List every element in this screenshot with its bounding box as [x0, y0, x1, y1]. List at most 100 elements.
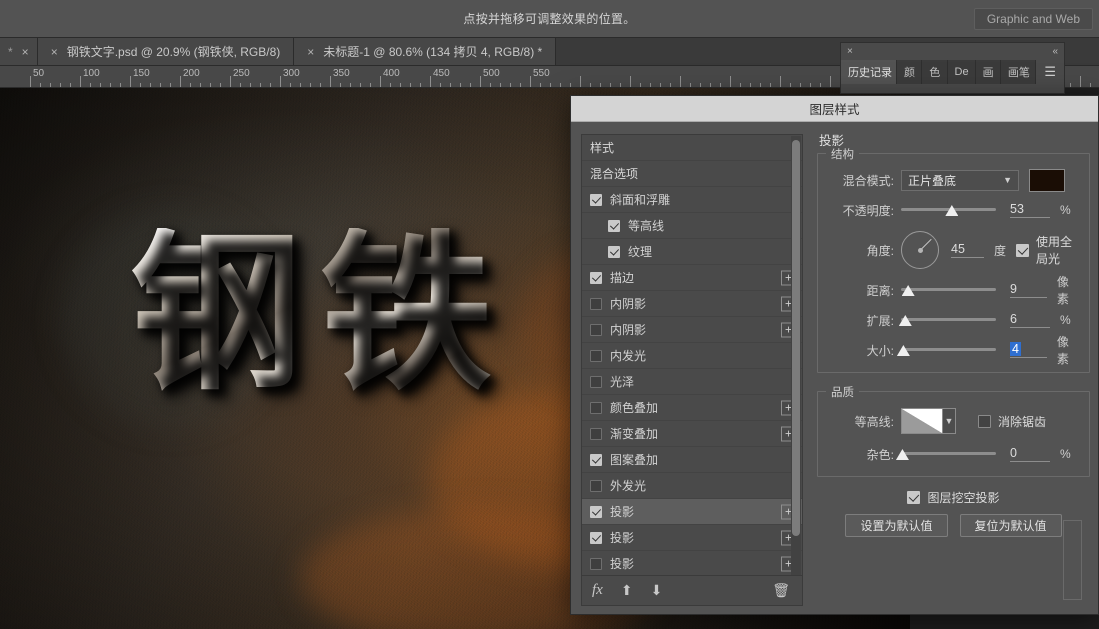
delete-effect-icon[interactable]: 🗑	[772, 582, 790, 599]
ruler-tick	[1090, 83, 1091, 87]
effect-enable-checkbox[interactable]	[590, 427, 602, 440]
angle-dial[interactable]	[901, 231, 939, 269]
styles-list-item-label: 内阴影	[610, 297, 647, 311]
workspace-switcher-label: Graphic and Web	[986, 12, 1080, 26]
history-panel-tab-5[interactable]: 画笔	[1000, 60, 1037, 84]
styles-item-6[interactable]: 内发光	[582, 343, 802, 369]
ruler-tick	[160, 83, 161, 87]
history-panel-tab-2[interactable]: 色	[922, 60, 948, 84]
global-light-checkbox[interactable]	[1015, 243, 1029, 257]
styles-item-2[interactable]: 纹理	[582, 239, 802, 265]
reset-to-default-button[interactable]: 复位为默认值	[959, 514, 1062, 537]
move-down-icon[interactable]: ⬇	[651, 582, 663, 599]
contour-preview-swatch[interactable]	[901, 408, 943, 434]
styles-list-scrollbar-thumb[interactable]	[792, 140, 800, 536]
styles-item-1[interactable]: 等高线	[582, 213, 802, 239]
styles-list-item-label: 等高线	[628, 219, 665, 233]
set-as-default-button[interactable]: 设置为默认值	[845, 514, 948, 537]
layer-style-dialog[interactable]: 图层样式 样式 混合选项 斜面和浮雕 等高线 纹理 描边 + 内阴影 + 内阴影 + 内发光 光泽 颜色叠…	[570, 95, 1099, 615]
effect-enable-checkbox[interactable]	[608, 219, 620, 232]
angle-dial-hub	[917, 247, 923, 253]
panel-menu-icon[interactable]: ☰	[1036, 60, 1064, 84]
history-panel-tab-1[interactable]: 颜	[897, 60, 923, 84]
effect-enable-checkbox[interactable]	[590, 401, 602, 414]
close-tab-icon[interactable]: ×	[307, 46, 314, 58]
styles-item-9[interactable]: 渐变叠加 +	[582, 421, 802, 447]
angle-label: 角度:	[866, 243, 894, 258]
styles-item-11[interactable]: 外发光	[582, 473, 802, 499]
styles-item-4[interactable]: 内阴影 +	[582, 291, 802, 317]
styles-list-header[interactable]: 样式	[582, 135, 802, 161]
distance-input[interactable]: 9	[1010, 282, 1047, 298]
opacity-input[interactable]: 53	[1010, 202, 1050, 218]
size-slider[interactable]	[896, 343, 996, 357]
effect-enable-checkbox[interactable]	[590, 453, 602, 466]
opacity-slider[interactable]	[901, 203, 996, 217]
close-tab-icon[interactable]: ×	[22, 46, 29, 58]
styles-list-scrollbar[interactable]	[791, 136, 801, 575]
preview-empty-area	[1063, 520, 1082, 600]
blend-mode-select[interactable]: 正片叠底 ▼	[901, 169, 1019, 191]
effect-enable-checkbox[interactable]	[590, 557, 602, 570]
styles-item-14[interactable]: 投影 +	[582, 551, 802, 575]
antialias-checkbox[interactable]	[978, 414, 991, 428]
spread-input[interactable]: 6	[1010, 312, 1050, 328]
shadow-color-swatch[interactable]	[1029, 168, 1065, 192]
history-panel-tab-3[interactable]: De	[947, 60, 976, 84]
fx-icon[interactable]: fx	[592, 582, 603, 599]
effect-enable-checkbox[interactable]	[590, 479, 602, 492]
ruler-label: 100	[83, 68, 100, 79]
effect-enable-checkbox[interactable]	[590, 193, 602, 206]
angle-input[interactable]: 45	[951, 242, 984, 258]
ruler-tick	[490, 83, 491, 87]
effect-enable-checkbox[interactable]	[590, 271, 602, 284]
ruler-tick	[740, 83, 741, 87]
ruler-tick	[800, 83, 801, 87]
history-panel-tab-4[interactable]: 画	[975, 60, 1001, 84]
styles-item-blending-options[interactable]: 混合选项	[582, 161, 802, 187]
distance-slider[interactable]	[901, 283, 996, 297]
noise-input[interactable]: 0	[1010, 446, 1050, 462]
ruler-tick	[530, 76, 531, 87]
knockout-checkbox[interactable]	[907, 491, 921, 504]
effect-enable-checkbox[interactable]	[608, 245, 620, 258]
document-tab-0[interactable]: * ×	[0, 38, 38, 65]
ruler-tick	[1070, 83, 1071, 87]
effect-enable-checkbox[interactable]	[590, 505, 602, 518]
styles-item-5[interactable]: 内阴影 +	[582, 317, 802, 343]
effect-enable-checkbox[interactable]	[590, 323, 602, 336]
ruler-tick	[170, 83, 171, 87]
effect-enable-checkbox[interactable]	[590, 375, 602, 388]
opacity-row: 不透明度: 53 %	[828, 198, 1079, 222]
contour-dropdown-arrow-icon[interactable]: ▼	[943, 408, 956, 434]
document-tab-2[interactable]: × 未标题-1 @ 80.6% (134 拷贝 4, RGB/8) *	[294, 38, 557, 65]
styles-list-item-label: 投影	[610, 505, 635, 519]
ruler-tick	[80, 76, 81, 87]
noise-slider[interactable]	[895, 447, 996, 461]
styles-item-0[interactable]: 斜面和浮雕	[582, 187, 802, 213]
collapse-panel-icon[interactable]: «	[1052, 46, 1058, 57]
styles-item-8[interactable]: 颜色叠加 +	[582, 395, 802, 421]
styles-list[interactable]: 样式 混合选项 斜面和浮雕 等高线 纹理 描边 + 内阴影 + 内阴影 + 内发光 光泽 颜色叠加 + 渐变叠…	[582, 135, 802, 575]
move-up-icon[interactable]: ⬆	[621, 582, 633, 599]
styles-item-13[interactable]: 投影 +	[582, 525, 802, 551]
close-icon[interactable]: ×	[847, 46, 853, 57]
ruler-tick	[260, 83, 261, 87]
effect-enable-checkbox[interactable]	[590, 297, 602, 310]
workspace-switcher-button[interactable]: Graphic and Web	[973, 8, 1093, 30]
styles-item-10[interactable]: 图案叠加	[582, 447, 802, 473]
blend-mode-row: 混合模式: 正片叠底 ▼	[828, 168, 1079, 192]
styles-item-3[interactable]: 描边 +	[582, 265, 802, 291]
styles-item-12[interactable]: 投影 +	[582, 499, 802, 525]
effect-enable-checkbox[interactable]	[590, 531, 602, 544]
styles-list-panel[interactable]: 样式 混合选项 斜面和浮雕 等高线 纹理 描边 + 内阴影 + 内阴影 + 内发光 光泽 颜色叠加 + 渐变叠…	[581, 134, 803, 606]
noise-label: 杂色:	[866, 447, 894, 462]
styles-item-7[interactable]: 光泽	[582, 369, 802, 395]
size-row: 大小: 4 像素	[828, 335, 1079, 366]
spread-slider[interactable]	[898, 313, 996, 327]
history-panel-tab-0[interactable]: 历史记录	[841, 60, 897, 84]
effect-enable-checkbox[interactable]	[590, 349, 602, 362]
close-tab-icon[interactable]: ×	[51, 46, 58, 58]
size-input[interactable]: 4	[1010, 342, 1047, 358]
document-tab-1[interactable]: × 钢铁文字.psd @ 20.9% (钢铁侠, RGB/8)	[37, 38, 295, 65]
